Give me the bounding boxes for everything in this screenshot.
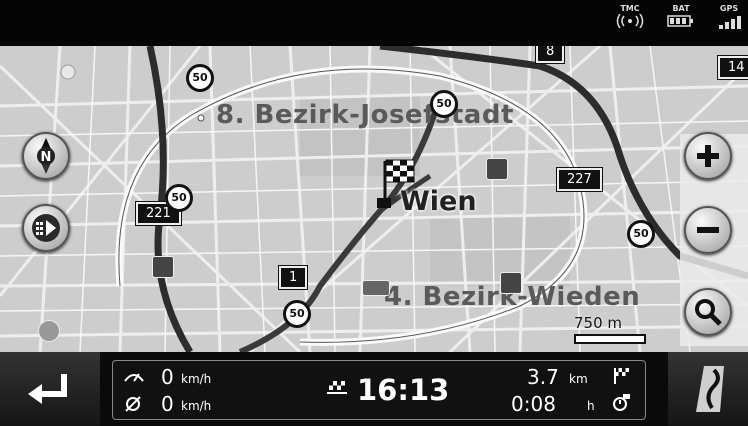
zoom-in-button[interactable] bbox=[684, 132, 732, 180]
arrival-time: 16:13 bbox=[357, 373, 450, 407]
gps-label: GPS bbox=[719, 4, 739, 13]
compass-button[interactable]: N bbox=[22, 132, 70, 180]
train-station-icon bbox=[152, 256, 174, 278]
battery-indicator: BAT bbox=[664, 4, 698, 28]
average-speed-icon bbox=[125, 396, 141, 412]
bat-label: BAT bbox=[672, 4, 690, 13]
tmc-label: TMC bbox=[620, 4, 640, 13]
speed-value: 0 bbox=[161, 365, 174, 389]
map-scale-bar bbox=[574, 334, 646, 344]
north-compass-icon: N bbox=[37, 138, 55, 174]
road-sign: 14 bbox=[718, 56, 748, 79]
road-sign: 8 bbox=[536, 46, 565, 63]
route-play-icon bbox=[32, 214, 60, 242]
map-view[interactable]: 8. Bezirk-Josefstadt 4. Bezirk-Wieden Wi… bbox=[0, 46, 748, 352]
city-label-wien: Wien bbox=[400, 186, 477, 217]
back-button[interactable] bbox=[0, 352, 100, 426]
speed-limit-marker: 50 bbox=[186, 64, 214, 92]
speedometer-icon bbox=[124, 373, 144, 382]
distance-unit: km bbox=[569, 372, 588, 386]
svg-text:N: N bbox=[41, 150, 52, 165]
map-scale-label: 750 m bbox=[574, 314, 623, 332]
train-station-icon bbox=[486, 158, 508, 180]
navigation-app: TMC BAT GPS 8. Bezirk-Josefstadt 4. Bezi… bbox=[0, 0, 748, 426]
district-label-josefstadt: 8. Bezirk-Josefstadt bbox=[216, 100, 514, 130]
distance-value: 3.7 bbox=[527, 365, 559, 389]
road-sign: 1 bbox=[279, 266, 308, 289]
gps-indicator: GPS bbox=[712, 4, 746, 30]
distance-flag-icon bbox=[614, 368, 629, 384]
average-speed-unit: km/h bbox=[181, 399, 212, 413]
bottom-bar: 0 km/h 0 km/h 16:13 3.7 km 0:08 h bbox=[0, 352, 748, 426]
plus-icon bbox=[697, 145, 719, 167]
speed-unit: km/h bbox=[181, 372, 212, 386]
tmc-signal-icon bbox=[616, 14, 644, 28]
back-arrow-icon bbox=[28, 374, 67, 404]
status-bar: TMC BAT GPS bbox=[0, 0, 748, 46]
tmc-indicator: TMC bbox=[612, 4, 648, 28]
route-menu-button[interactable] bbox=[668, 352, 748, 426]
remaining-time-value: 0:08 bbox=[511, 392, 556, 416]
speed-limit-marker: 50 bbox=[283, 300, 311, 328]
arrival-flag-icon bbox=[327, 381, 347, 394]
speed-limit-marker: 50 bbox=[165, 184, 193, 212]
battery-icon bbox=[667, 15, 693, 27]
search-button[interactable] bbox=[684, 288, 732, 336]
trip-info-panel[interactable]: 0 km/h 0 km/h 16:13 3.7 km 0:08 h bbox=[112, 360, 646, 420]
zoom-out-button[interactable] bbox=[684, 206, 732, 254]
magnifier-icon bbox=[695, 299, 722, 326]
clock-flag-icon bbox=[613, 394, 630, 411]
train-station-icon bbox=[500, 272, 522, 294]
poi-icon bbox=[362, 280, 390, 296]
route-options-button[interactable] bbox=[22, 204, 70, 252]
speed-limit-marker: 50 bbox=[430, 90, 458, 118]
remaining-time-unit: h bbox=[587, 399, 595, 413]
gps-signal-icon bbox=[719, 16, 741, 29]
minus-icon bbox=[697, 227, 719, 233]
road-sign: 227 bbox=[557, 168, 602, 191]
shell-station-icon bbox=[38, 320, 60, 342]
speed-limit-marker: 50 bbox=[627, 220, 655, 248]
road-route-icon bbox=[696, 366, 724, 412]
average-speed-value: 0 bbox=[161, 392, 174, 416]
